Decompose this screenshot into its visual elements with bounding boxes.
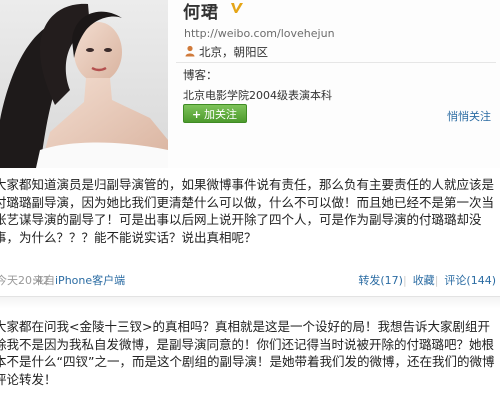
post-source: 来自iPhone客户端 (33, 272, 125, 288)
follow-button-label: 加关注 (204, 108, 237, 121)
person-location-icon (185, 45, 195, 57)
follow-button[interactable]: + 加关注 (183, 104, 247, 123)
profile-name: 何珺 (183, 3, 219, 23)
repost-link[interactable]: 转发(17) (358, 274, 403, 287)
action-separator: | (402, 274, 407, 287)
post-source-app-link[interactable]: iPhone客户端 (55, 274, 125, 287)
action-separator: | (434, 274, 439, 287)
profile-photo[interactable] (0, 0, 168, 168)
post-meta: 今天20:42 来自iPhone客户端 转发(17)| 收藏| 评论(144) (0, 272, 500, 290)
post-actions: 转发(17)| 收藏| 评论(144) (358, 272, 496, 288)
quiet-follow-link[interactable]: 悄悄关注 (447, 108, 491, 124)
comment-link[interactable]: 评论(144) (444, 274, 496, 287)
profile-url-link[interactable]: http://weibo.com/lovehejun (184, 27, 335, 40)
post-text: 大家都在问我<金陵十三钗>的真相吗？真相就是这是一个设好的局！我想告诉大家剧组开… (0, 319, 495, 387)
post-source-prefix: 来自 (33, 274, 55, 287)
profile-header: 何珺 http://weibo.com/lovehejun 北京，朝阳区 博客：… (0, 0, 500, 168)
post-divider-shadow (0, 297, 500, 309)
v-badge-icon (231, 3, 243, 13)
profile-location: 北京，朝阳区 (199, 45, 268, 59)
blog-label: 博客： (183, 68, 218, 82)
plus-icon: + (192, 108, 202, 121)
favorite-link[interactable]: 收藏 (413, 274, 435, 287)
post-text: 大家都知道演员是归副导演管的，如果微博事件说有责任，那么负有主要责任的人就应该是… (0, 177, 495, 245)
profile-photo-image (0, 0, 168, 168)
profile-divider (176, 62, 496, 63)
profile-bio: 北京电影学院2004级表演本科 (183, 89, 332, 102)
